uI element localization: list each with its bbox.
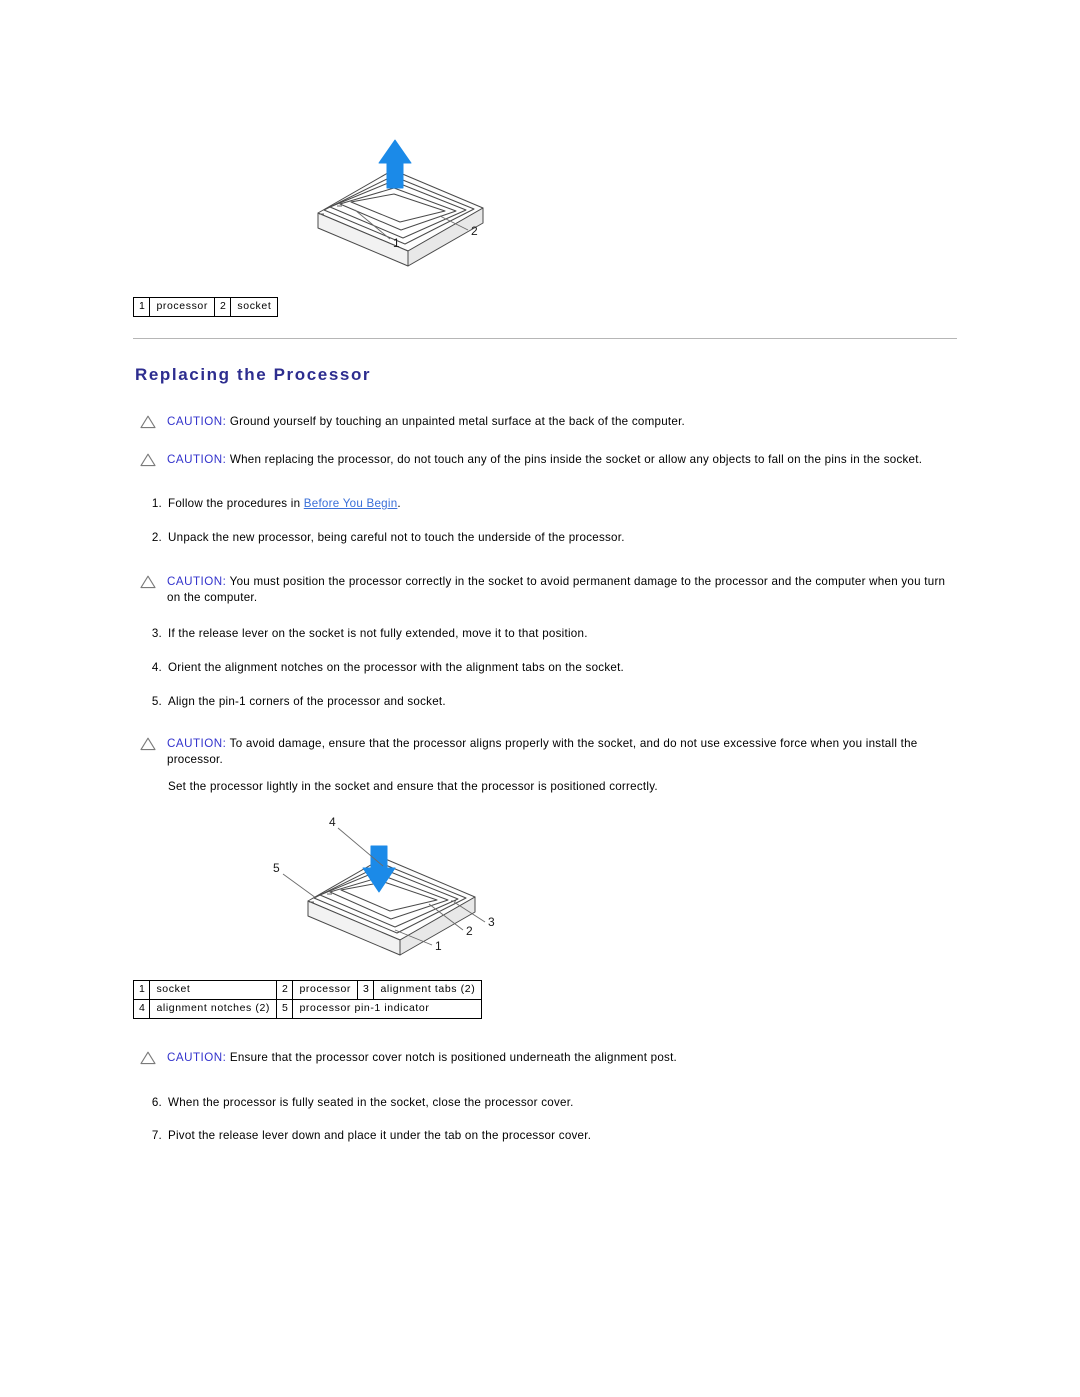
caution-text: You must position the processor correctl… <box>167 575 946 604</box>
socket-diagram-bottom: 4 5 3 2 1 <box>273 815 495 956</box>
caution-text: When replacing the processor, do not tou… <box>226 453 923 466</box>
table-row: 4 alignment notches (2) 5 processor pin-… <box>132 999 483 1019</box>
step-item-6: 6. When the processor is fully seated in… <box>133 1095 953 1111</box>
step-text: Pivot the release lever down and place i… <box>168 1129 592 1142</box>
legend-label: processor <box>149 297 215 317</box>
caution-block-avoid-damage: CAUTION: To avoid damage, ensure that th… <box>137 736 945 768</box>
step-number: 6. <box>151 1096 162 1109</box>
caution-label: CAUTION: <box>167 1051 227 1064</box>
legend-number: 5 <box>276 999 294 1019</box>
step-text: Follow the procedures in <box>168 497 304 510</box>
step-number: 3. <box>151 627 162 640</box>
section-divider <box>133 338 957 339</box>
table-row: 1 socket 2 processor 3 alignment tabs (2… <box>132 980 483 1000</box>
legend-label: processor <box>292 980 358 1000</box>
callout-1: 1 <box>393 236 400 250</box>
step-text: Unpack the new processor, being careful … <box>168 531 625 544</box>
legend-number: 1 <box>132 297 151 317</box>
callout-5: 5 <box>273 861 280 875</box>
legend-number: 3 <box>356 980 375 1000</box>
step-item-4: 4. Orient the alignment notches on the p… <box>133 660 953 676</box>
caution-block-pins: CAUTION: When replacing the processor, d… <box>137 452 957 468</box>
before-you-begin-link[interactable]: Before You Begin <box>304 497 398 510</box>
warning-triangle-icon <box>140 415 156 429</box>
legend-label: alignment tabs (2) <box>373 980 483 1000</box>
step-item-2: 2. Unpack the new processor, being caref… <box>133 530 953 546</box>
callout-1: 1 <box>435 939 442 953</box>
step-item-1: 1. Follow the procedures in Before You B… <box>133 496 953 512</box>
warning-triangle-icon <box>140 737 156 751</box>
step-item-7: 7. Pivot the release lever down and plac… <box>133 1128 953 1144</box>
legend-label: socket <box>149 980 278 1000</box>
callout-2: 2 <box>471 224 478 238</box>
callout-2: 2 <box>466 924 473 938</box>
legend-number: 4 <box>132 999 151 1019</box>
legend-label: processor pin-1 indicator <box>292 999 483 1019</box>
step-text-suffix: . <box>397 497 401 510</box>
processor-removal-illustration: 1 2 <box>218 118 538 278</box>
callout-3: 3 <box>488 915 495 929</box>
legend-number: 2 <box>276 980 294 1000</box>
caution-block-position-correctly: CAUTION: You must position the processor… <box>137 574 955 606</box>
step-number: 4. <box>151 661 162 674</box>
step-text: When the processor is fully seated in th… <box>168 1096 574 1109</box>
step-item-3: 3. If the release lever on the socket is… <box>133 626 953 642</box>
step-number: 7. <box>151 1129 162 1142</box>
legend-number: 2 <box>213 297 232 317</box>
legend-label: alignment notches (2) <box>149 999 278 1019</box>
caution-block-ground-yourself: CAUTION: Ground yourself by touching an … <box>137 414 957 430</box>
legend-table-bottom: 1 socket 2 processor 3 alignment tabs (2… <box>132 980 483 1019</box>
caution-block-cover-notch: CAUTION: Ensure that the processor cover… <box>137 1050 957 1066</box>
step-number: 5. <box>151 695 162 708</box>
table-row: 1 processor 2 socket <box>132 297 279 317</box>
caution-text: Ensure that the processor cover notch is… <box>226 1051 678 1064</box>
legend-label: socket <box>230 297 279 317</box>
caution-label: CAUTION: <box>167 575 227 588</box>
set-processor-paragraph: Set the processor lightly in the socket … <box>168 780 658 793</box>
processor-installation-illustration: 4 5 3 2 1 <box>183 806 543 966</box>
warning-triangle-icon <box>140 575 156 589</box>
caution-text: Ground yourself by touching an unpainted… <box>226 415 686 428</box>
step-number: 2. <box>151 531 162 544</box>
step-item-5: 5. Align the pin-1 corners of the proces… <box>133 694 953 710</box>
step-text: Orient the alignment notches on the proc… <box>168 661 625 674</box>
caution-label: CAUTION: <box>167 453 227 466</box>
callout-4: 4 <box>329 815 336 829</box>
socket-diagram-top: 1 2 <box>317 139 484 267</box>
step-text: Align the pin-1 corners of the processor… <box>168 695 446 708</box>
legend-table-top: 1 processor 2 socket <box>132 297 279 317</box>
warning-triangle-icon <box>140 1051 156 1065</box>
caution-label: CAUTION: <box>167 415 227 428</box>
legend-number: 1 <box>132 980 151 1000</box>
caution-label: CAUTION: <box>167 737 227 750</box>
warning-triangle-icon <box>140 453 156 467</box>
page-title: Replacing the Processor <box>135 365 372 384</box>
step-text: If the release lever on the socket is no… <box>168 627 588 640</box>
caution-text: To avoid damage, ensure that the process… <box>167 737 918 766</box>
step-number: 1. <box>151 497 162 510</box>
